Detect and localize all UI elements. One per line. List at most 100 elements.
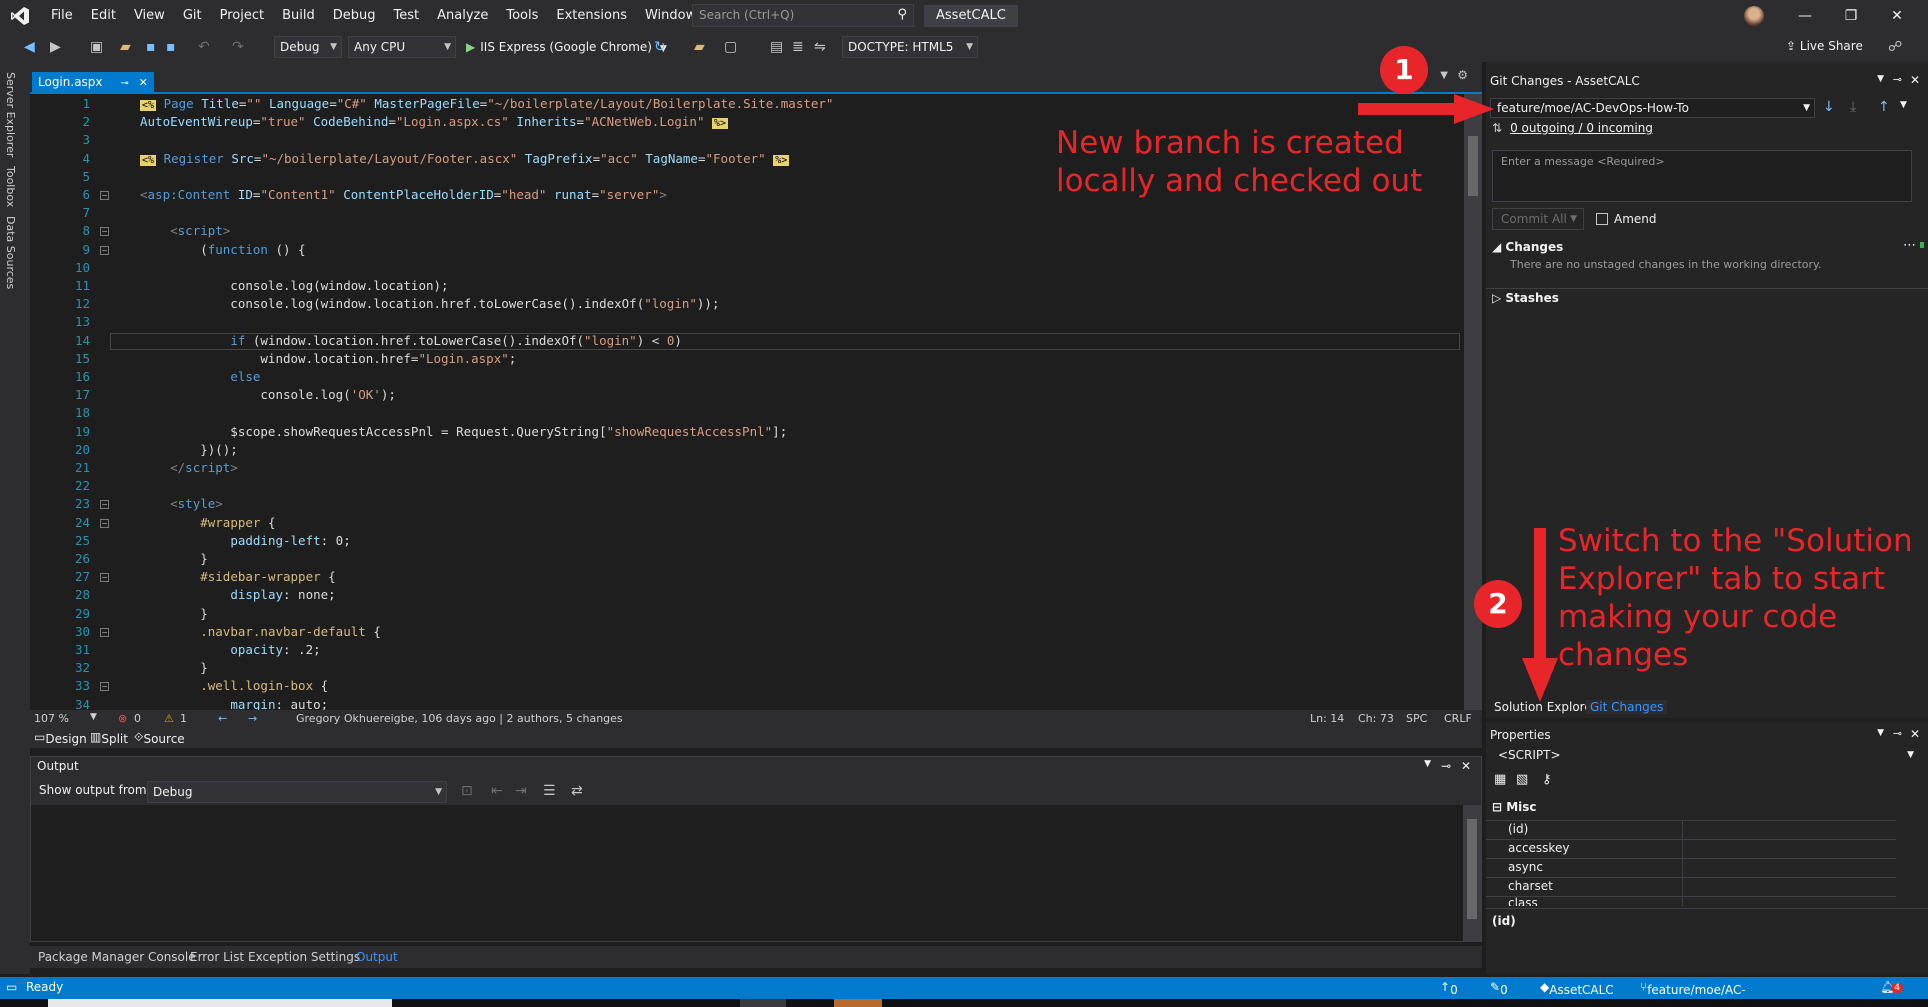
property-accesskey[interactable]: accesskey (1508, 841, 1569, 855)
search-box[interactable]: Search (Ctrl+Q) ⚲ (692, 4, 914, 27)
output-scrollbar[interactable] (1463, 805, 1481, 941)
platform-dropdown[interactable]: Any CPU ▼ (348, 36, 456, 58)
configuration-dropdown[interactable]: Debug ▼ (274, 36, 342, 58)
unpushed-commits[interactable]: ↑ 0 (1440, 980, 1458, 997)
close-tab-icon[interactable]: ✕ (139, 76, 148, 89)
previous-issue-icon[interactable]: ← (218, 712, 227, 725)
live-share-button[interactable]: ⇪ Live Share (1786, 39, 1863, 53)
branch-picker[interactable]: feature/moe/AC-DevOps-How-To ▼ (1490, 98, 1815, 118)
fold-toggle-icon[interactable]: − (100, 500, 109, 510)
fold-toggle-icon[interactable]: − (100, 573, 109, 583)
code-line[interactable]: margin: auto; (140, 697, 328, 710)
fold-toggle-icon[interactable]: − (100, 245, 109, 255)
pin-icon[interactable]: ⊸ (120, 78, 128, 89)
code-line[interactable]: AutoEventWireup="true" CodeBehind="Login… (140, 114, 729, 130)
open-folder-icon[interactable]: ▰ (120, 39, 131, 55)
changes-section-header[interactable]: ◢ Changes (1492, 240, 1563, 254)
stashes-section-header[interactable]: ▷ Stashes (1492, 291, 1559, 305)
save-icon[interactable]: ▪ (146, 39, 156, 55)
back-icon[interactable]: ◀ (24, 39, 35, 55)
code-line[interactable]: if (window.location.href.toLowerCase().i… (140, 333, 682, 348)
menu-git[interactable]: Git (174, 0, 211, 32)
code-line[interactable]: padding-left: 0; (140, 533, 350, 548)
pin-icon[interactable]: ⊸ (1893, 727, 1902, 740)
code-line[interactable]: $scope.showRequestAccessPnl = Request.Qu… (140, 424, 787, 439)
code-line[interactable]: opacity: .2; (140, 642, 320, 657)
menu-debug[interactable]: Debug (324, 0, 385, 32)
selected-object[interactable]: <SCRIPT> (1498, 748, 1561, 762)
scroll-thumb[interactable] (1467, 819, 1477, 919)
code-line[interactable]: <script> (140, 223, 230, 238)
tab-output[interactable]: Output (356, 950, 398, 964)
code-line[interactable]: else (140, 369, 260, 384)
property-charset[interactable]: charset (1508, 879, 1553, 893)
word-wrap-icon[interactable]: ⇄ (571, 783, 583, 799)
tab-overflow-icon[interactable]: ▼ (1440, 70, 1448, 81)
next-issue-icon[interactable]: → (248, 712, 257, 725)
code-line[interactable]: })(); (140, 442, 238, 457)
push-icon[interactable]: ↑ (1878, 99, 1890, 115)
error-count[interactable]: 0 (134, 712, 141, 725)
close-icon[interactable]: ✕ (1910, 727, 1920, 741)
minimize-icon[interactable]: — (1782, 0, 1828, 32)
misc-category[interactable]: ⊟ Misc (1492, 800, 1537, 814)
warning-count[interactable]: 1 (180, 712, 187, 725)
avatar[interactable] (1744, 6, 1764, 26)
code-line[interactable]: } (140, 606, 208, 621)
menu-extensions[interactable]: Extensions (547, 0, 636, 32)
design-view-button[interactable]: ▭ Design (34, 730, 87, 746)
doctype-dropdown[interactable]: DOCTYPE: HTML5 ▼ (842, 36, 978, 58)
outgoing-incoming-link[interactable]: 0 outgoing / 0 incoming (1510, 121, 1653, 135)
code-line[interactable]: (function () { (140, 242, 305, 257)
data-sources-tab[interactable]: Data Sources (4, 216, 17, 289)
pin-icon[interactable]: ⊸ (1441, 759, 1451, 773)
clear-all-icon[interactable]: ☰ (543, 783, 556, 799)
fold-toggle-icon[interactable]: − (100, 518, 109, 528)
chevron-down-icon[interactable]: ▼ (1900, 100, 1907, 110)
toolbox-tab[interactable]: Toolbox (4, 166, 17, 207)
alphabetical-icon[interactable]: ▧ (1516, 772, 1528, 787)
save-all-icon[interactable]: ▪ (166, 39, 176, 55)
undo-icon[interactable]: ↶ (198, 39, 210, 55)
tab-exception-settings[interactable]: Exception Settings (248, 950, 360, 964)
code-line[interactable]: <style> (140, 496, 223, 511)
property-class[interactable]: class (1508, 896, 1538, 906)
document-icon[interactable]: ▤ (770, 39, 783, 55)
code-line[interactable]: .navbar.navbar-default { (140, 624, 381, 639)
chevron-down-icon[interactable]: ▼ (90, 712, 97, 722)
more-options-icon[interactable]: ⋯ (1903, 238, 1916, 253)
branch-picker-status[interactable]: ⑂ feature/moe/AC-DevOps-How-To (1640, 980, 1746, 1007)
feedback-icon[interactable]: ☍ (1888, 39, 1902, 55)
code-line[interactable]: window.location.href="Login.aspx"; (140, 351, 516, 366)
amend-checkbox[interactable]: Amend (1596, 212, 1657, 226)
property-pages-icon[interactable]: ⚷ (1542, 772, 1552, 787)
code-line[interactable]: <% Register Src="~/boilerplate/Layout/Fo… (140, 151, 790, 166)
pull-icon[interactable]: ⤓ (1850, 99, 1856, 115)
comment-icon[interactable]: ⇋ (814, 39, 826, 55)
menu-build[interactable]: Build (273, 0, 324, 32)
refresh-icon[interactable]: ↻ (654, 39, 666, 55)
commit-all-button[interactable]: Commit All ▼ (1492, 208, 1584, 230)
code-line[interactable]: console.log(window.location.href.toLower… (140, 296, 719, 311)
commit-message-input[interactable]: Enter a message <Required> (1492, 150, 1912, 202)
code-line[interactable]: </script> (140, 460, 238, 475)
redo-icon[interactable]: ↷ (232, 39, 244, 55)
code-line[interactable]: .well.login-box { (140, 678, 328, 693)
tab-package-manager-console[interactable]: Package Manager Console (38, 950, 196, 964)
code-line[interactable]: <asp:Content ID="Content1" ContentPlaceH… (140, 187, 667, 202)
fetch-icon[interactable]: ↓ (1823, 99, 1835, 115)
code-line[interactable]: console.log(window.location); (140, 278, 448, 293)
fold-toggle-icon[interactable]: − (100, 682, 109, 692)
chevron-down-icon[interactable]: ▼ (1907, 750, 1914, 760)
fold-toggle-icon[interactable]: − (100, 627, 109, 637)
fold-toggle-icon[interactable]: − (100, 227, 109, 237)
menu-view[interactable]: View (125, 0, 174, 32)
server-explorer-tab[interactable]: Server Explorer (4, 72, 17, 157)
pending-changes[interactable]: ✎ 0 (1490, 980, 1508, 997)
chevron-down-icon[interactable]: ▼ (1424, 759, 1431, 769)
notifications-icon[interactable]: 🔔︎ 4 (1880, 980, 1903, 994)
property-async[interactable]: async (1508, 860, 1543, 874)
chevron-down-icon[interactable]: ▼ (1877, 74, 1884, 84)
gear-icon[interactable]: ⚙ (1457, 68, 1468, 82)
tab-git-changes[interactable]: Git Changes (1586, 700, 1668, 714)
